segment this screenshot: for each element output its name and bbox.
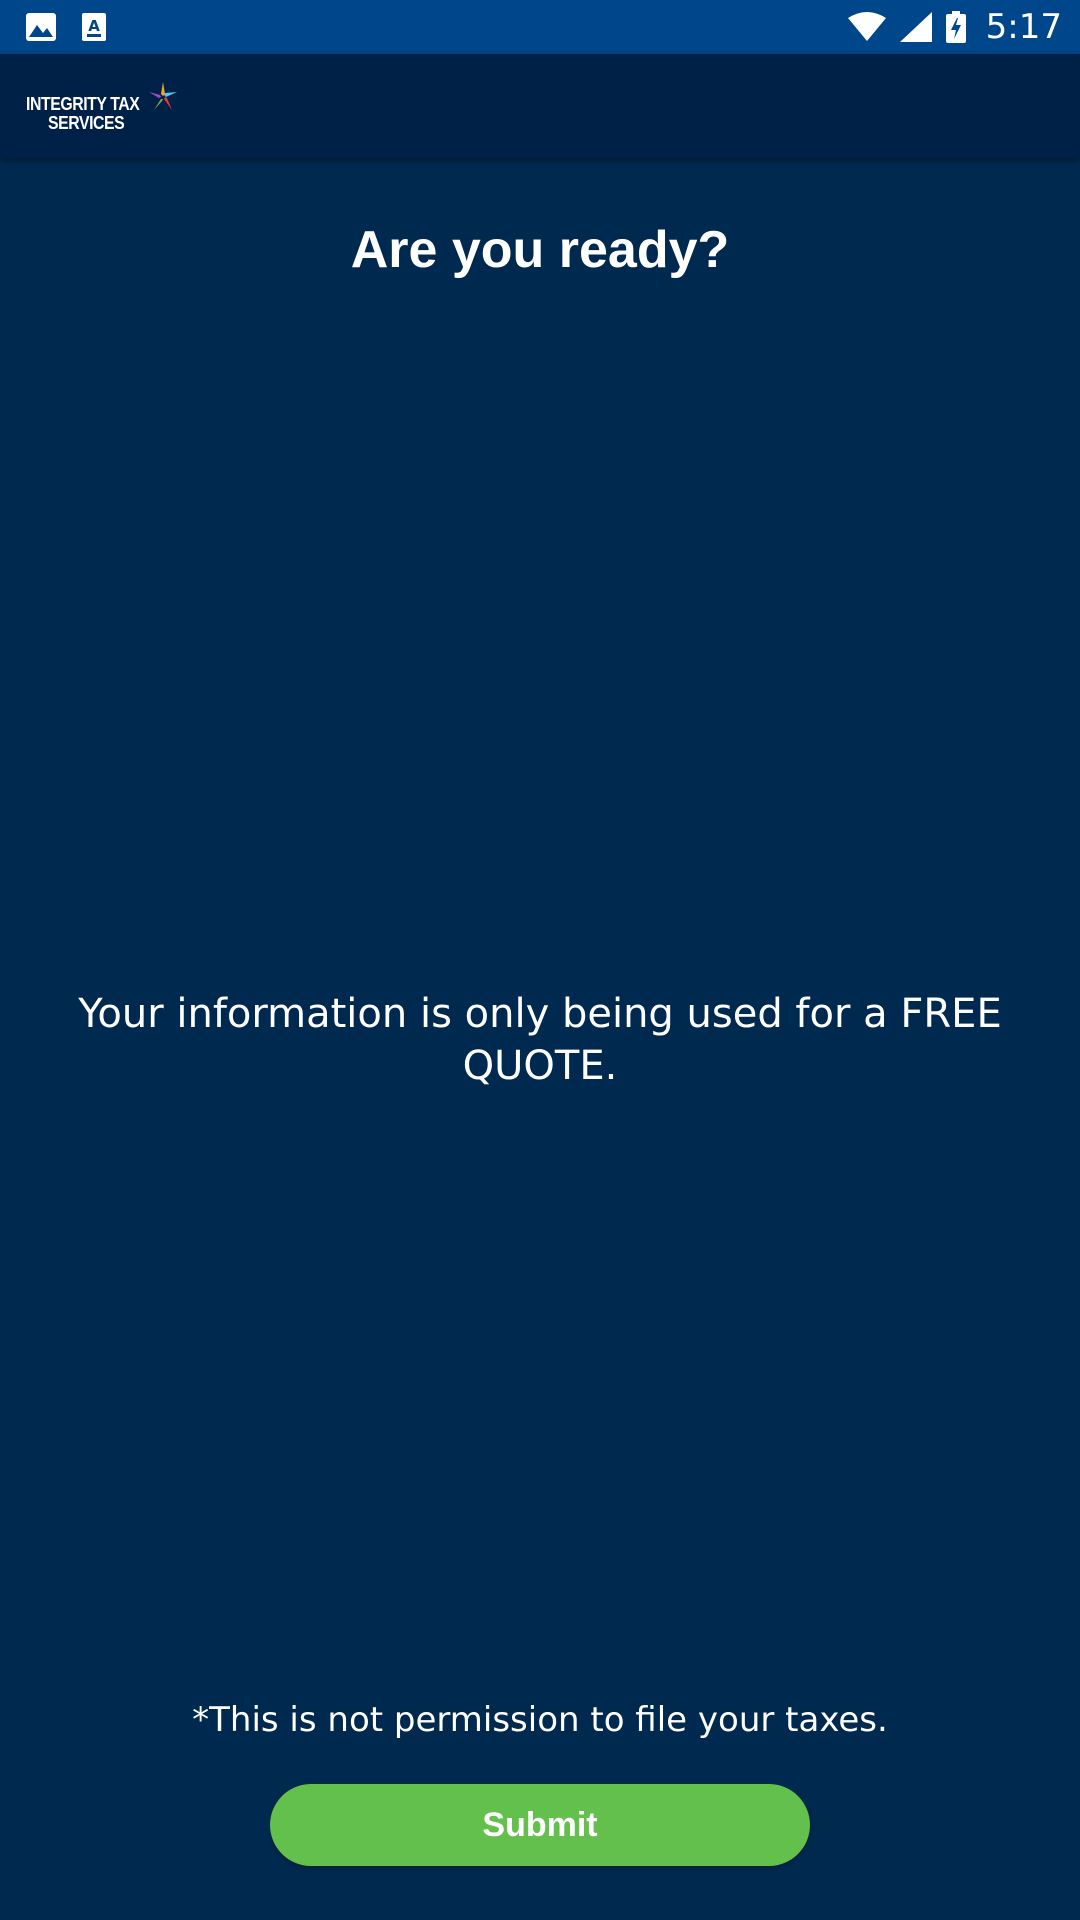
submit-button[interactable]: Submit (270, 1784, 810, 1866)
notification-icons: A (26, 13, 106, 41)
page-heading: Are you ready? (350, 221, 730, 279)
wifi-icon (847, 12, 886, 41)
star-burst-icon (149, 82, 177, 110)
disclaimer-text: *This is not permission to file your tax… (192, 1700, 888, 1740)
logo-text-line2: SERVICES (48, 113, 125, 133)
app-bar: INTEGRITY TAX SERVICES (0, 54, 1080, 158)
clock: 5:17 (985, 7, 1062, 47)
system-status: 5:17 (847, 0, 1062, 54)
svg-text:A: A (88, 17, 100, 35)
logo-text-line1: INTEGRITY TAX (26, 94, 140, 114)
gallery-icon (26, 13, 56, 41)
info-message: Your information is only being used for … (78, 991, 1002, 1089)
text-app-icon: A (82, 13, 106, 41)
battery-charging-icon (945, 11, 966, 43)
status-bar: A 5:17 (0, 0, 1080, 54)
cell-signal-icon (899, 12, 932, 42)
company-logo: INTEGRITY TAX SERVICES (26, 80, 186, 136)
